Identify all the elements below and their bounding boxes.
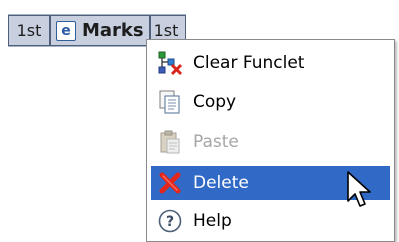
- menu-item-paste[interactable]: Paste: [151, 125, 390, 159]
- menu-item-label: Help: [193, 211, 232, 231]
- menu-item-label: Copy: [193, 92, 237, 112]
- help-icon: ?: [157, 208, 183, 234]
- clear-funclet-icon: [157, 50, 183, 76]
- menu-item-clear-funclet[interactable]: Clear Funclet: [151, 46, 390, 80]
- delete-icon: [157, 170, 183, 196]
- left-ordinal-label: 1st: [16, 21, 42, 40]
- left-ordinal-cell[interactable]: 1st: [8, 15, 50, 46]
- menu-item-label: Clear Funclet: [193, 53, 305, 73]
- menu-item-label: Delete: [193, 173, 249, 193]
- menu-item-label: Paste: [193, 132, 239, 152]
- paste-icon: [157, 129, 183, 155]
- menu-item-copy[interactable]: Copy: [151, 85, 390, 119]
- svg-text:?: ?: [166, 214, 174, 230]
- funclet-marks[interactable]: e Marks: [50, 15, 150, 46]
- expression-icon-letter: e: [61, 22, 71, 39]
- copy-icon: [157, 89, 183, 115]
- canvas: 1st e Marks 1st Clear Funclet Copy Paste…: [0, 0, 399, 242]
- mouse-pointer-icon: [347, 171, 371, 207]
- funclet-label: Marks: [82, 20, 144, 41]
- expression-icon: e: [56, 20, 76, 41]
- right-ordinal-label: 1st: [153, 21, 179, 40]
